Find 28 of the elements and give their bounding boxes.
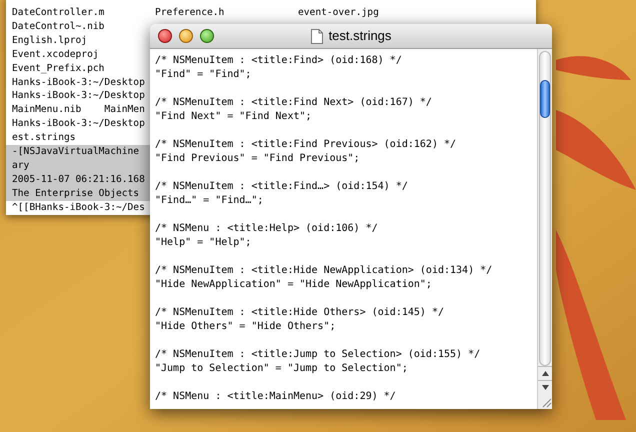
string-line: "Hide NewApplication" = "Hide NewApplication"; bbox=[155, 278, 432, 292]
comment-line: /* NSMenuItem : <title:Jump to Selection> (oid:155) */ bbox=[155, 348, 480, 362]
terminal-text: event-over.jpg bbox=[298, 6, 380, 20]
scroll-bar[interactable] bbox=[537, 49, 552, 409]
string-line: "Find Previous" = "Find Previous"; bbox=[155, 152, 360, 166]
comment-line: /* NSMenuItem : <title:Find Previous> (oid:162) */ bbox=[155, 138, 456, 152]
string-line: "Find…" = "Find…"; bbox=[155, 194, 264, 208]
up-arrow-icon bbox=[542, 371, 548, 376]
comment-line: /* NSMenuItem : <title:Hide Others> (oid:145) */ bbox=[155, 306, 444, 320]
comment-line: /* NSMenuItem : <title:Find> (oid:168) */ bbox=[155, 54, 402, 68]
window-title: test.strings bbox=[328, 27, 392, 46]
comment-line: /* NSMenu : <title:MainMenu> (oid:29) */ bbox=[155, 390, 396, 404]
string-line: "Jump to Selection" = "Jump to Selection"; bbox=[155, 362, 408, 376]
comment-line: /* NSMenuItem : <title:Find Next> (oid:167) */ bbox=[155, 96, 432, 110]
minimize-button[interactable] bbox=[179, 29, 193, 43]
down-arrow-icon bbox=[542, 385, 548, 390]
zoom-button[interactable] bbox=[200, 29, 214, 43]
close-button[interactable] bbox=[158, 29, 172, 43]
document-icon bbox=[310, 28, 323, 44]
string-line: "Hide Others" = "Hide Others"; bbox=[155, 320, 336, 334]
string-line: "Find Next" = "Find Next"; bbox=[155, 110, 312, 124]
string-line: "Help" = "Help"; bbox=[155, 236, 252, 250]
comment-line: /* NSMenuItem : <title:Find…> (oid:154) */ bbox=[155, 180, 408, 194]
string-line: "Find" = "Find"; bbox=[155, 68, 252, 82]
comment-line: /* NSMenu : <title:Help> (oid:106) */ bbox=[155, 222, 378, 236]
terminal-text: Preference.h bbox=[155, 6, 226, 20]
comment-line: /* NSMenuItem : <title:Hide NewApplication> (oid:134) */ bbox=[155, 264, 492, 278]
scroll-thumb[interactable] bbox=[540, 80, 550, 118]
